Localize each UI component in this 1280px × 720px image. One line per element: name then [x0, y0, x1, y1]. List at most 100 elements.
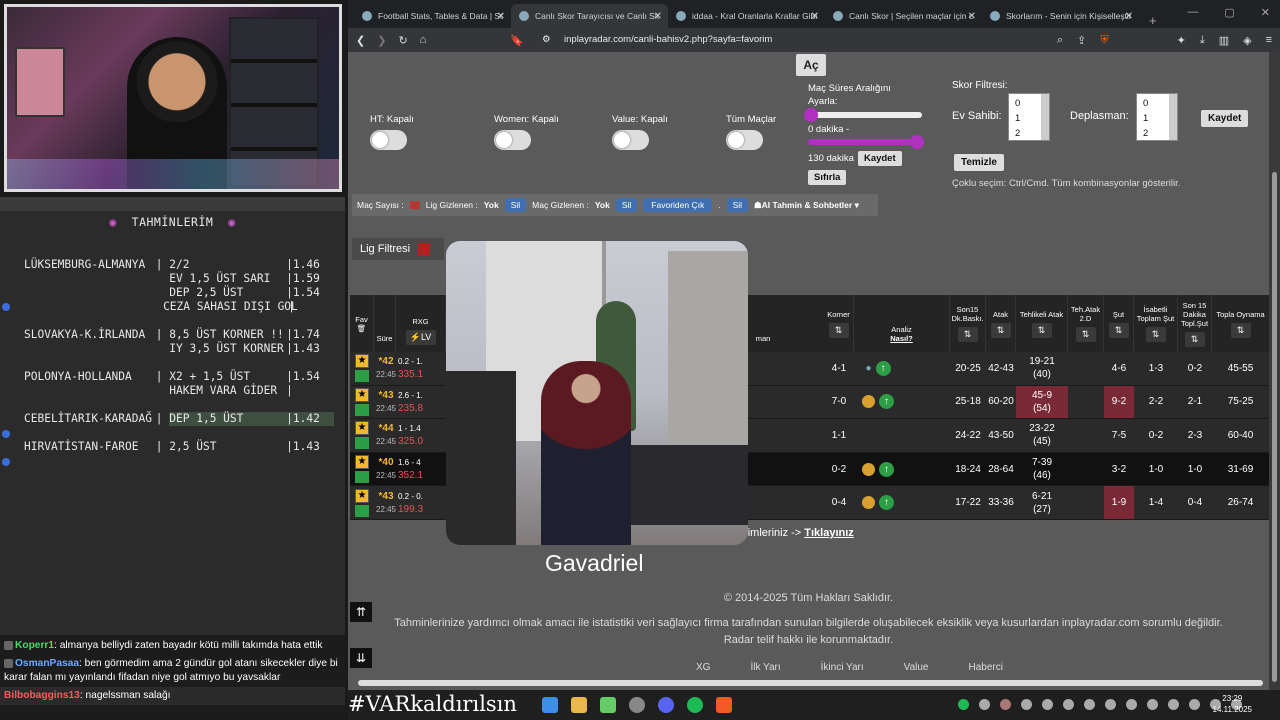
site-info-icon[interactable]: ⚙: [542, 30, 551, 50]
col-isabetli[interactable]: İsabetli Toplam Şut ⇅: [1134, 295, 1178, 352]
women-toggle[interactable]: Women: Kapalı: [494, 114, 568, 150]
check-icon[interactable]: [355, 403, 369, 416]
share-icon[interactable]: ⇪: [1077, 34, 1086, 47]
tray-icon[interactable]: [1063, 699, 1074, 710]
tab-close-icon[interactable]: ✕: [968, 11, 976, 22]
back-icon[interactable]: ❮: [356, 34, 365, 47]
check-icon[interactable]: [355, 471, 369, 484]
horizontal-scrollbar[interactable]: [358, 680, 1263, 686]
clear-league-hidden-button[interactable]: Sil: [504, 198, 527, 212]
obs-icon[interactable]: [629, 697, 645, 713]
sort-icon[interactable]: ⇅: [1145, 327, 1166, 342]
max-duration-slider[interactable]: [808, 135, 924, 149]
col-tehatak[interactable]: Teh.Atak 2.D ⇅: [1068, 295, 1104, 352]
zoom-icon[interactable]: ⌕: [1057, 34, 1063, 47]
menu-icon[interactable]: ≡: [1266, 34, 1272, 47]
arrow-up-icon[interactable]: ↑: [879, 461, 894, 477]
footer-nav-item[interactable]: Value: [904, 662, 929, 673]
star-icon[interactable]: ★: [355, 387, 369, 402]
browser-tab[interactable]: Skorlarım - Senin için Kişiselleştirilm ✕: [982, 4, 1139, 28]
spotify-tray-icon[interactable]: [958, 699, 969, 710]
duration-reset-button[interactable]: Sıfırla: [808, 170, 847, 185]
away-score-select[interactable]: 0 1 2: [1136, 93, 1178, 141]
toggle-switch[interactable]: [494, 130, 531, 150]
start-icon[interactable]: [542, 697, 558, 713]
scroll-bottom-button[interactable]: ⇊: [350, 648, 372, 668]
check-icon[interactable]: [355, 504, 369, 517]
browser-tab[interactable]: Canlı Skor Tarayıcısı ve Canlı Sk ✕: [511, 4, 668, 28]
home-icon[interactable]: ⌂: [420, 34, 427, 46]
forward-icon[interactable]: ❯: [377, 34, 386, 47]
arrow-up-icon[interactable]: ↑: [879, 394, 894, 410]
sort-icon[interactable]: ⇅: [1230, 322, 1251, 338]
toggle-switch[interactable]: [726, 130, 763, 150]
chat-username[interactable]: Koperr1: [15, 640, 54, 651]
slider-knob[interactable]: [910, 135, 924, 149]
col-rxg[interactable]: RXG ⚡LV: [396, 295, 446, 352]
bookmark-icon[interactable]: 🔖: [510, 34, 524, 47]
wifi-icon[interactable]: [1189, 699, 1200, 710]
score-save-button[interactable]: Kaydet: [1201, 110, 1249, 127]
check-icon[interactable]: [355, 370, 369, 383]
duration-save-button[interactable]: Kaydet: [857, 151, 902, 166]
home-score-select[interactable]: 0 1 2: [1008, 93, 1050, 141]
brave-shield-icon[interactable]: ⛨: [1100, 34, 1108, 47]
tab-close-icon[interactable]: ✕: [654, 11, 662, 22]
browser-tab[interactable]: iddaa - Kral Oranlarla Krallar Gibi K ✕: [668, 4, 825, 28]
trash-icon[interactable]: 🗑: [357, 324, 367, 333]
brave-icon[interactable]: [716, 697, 732, 713]
spotify-icon[interactable]: [687, 697, 703, 713]
toggle-switch[interactable]: [612, 130, 649, 150]
arrow-up-icon[interactable]: ↑: [879, 495, 894, 511]
clear-match-hidden-button[interactable]: Sil: [615, 198, 638, 212]
star-icon[interactable]: ★: [355, 455, 369, 470]
tab-close-icon[interactable]: ✕: [497, 11, 505, 22]
tray-icon[interactable]: [979, 699, 990, 710]
col-son15[interactable]: Son15 Dk.Baskı. ⇅: [950, 295, 986, 352]
all-matches-toggle[interactable]: Tüm Maçlar: [726, 114, 806, 150]
check-icon[interactable]: [355, 437, 369, 450]
arrow-up-icon[interactable]: ↑: [875, 360, 891, 376]
toggle-switch[interactable]: [370, 130, 407, 150]
file-explorer-icon[interactable]: [571, 697, 587, 713]
steam-icon[interactable]: [1042, 699, 1053, 710]
sort-icon[interactable]: ⇅: [1184, 331, 1205, 347]
tray-icon[interactable]: [1147, 699, 1158, 710]
tray-icon[interactable]: [1126, 699, 1137, 710]
sort-icon[interactable]: ⇅: [1108, 322, 1129, 338]
slider-knob[interactable]: [804, 108, 818, 122]
sort-icon[interactable]: ⇅: [990, 322, 1011, 338]
score-clear-button[interactable]: Temizle: [954, 154, 1004, 171]
clock[interactable]: 23:29 14.11.2025: [1213, 693, 1252, 715]
footer-nav-item[interactable]: Haberci: [968, 662, 1002, 673]
maximize-icon[interactable]: ▢: [1224, 6, 1234, 19]
listbox-scrollbar[interactable]: [1041, 94, 1049, 140]
sort-icon[interactable]: ⇅: [1075, 327, 1096, 342]
close-window-icon[interactable]: ✕: [1261, 6, 1270, 19]
star-icon[interactable]: ★: [355, 354, 369, 369]
download-icon[interactable]: ⤓: [1200, 34, 1205, 47]
listbox-scrollbar[interactable]: [1169, 94, 1177, 140]
tray-icon[interactable]: [1105, 699, 1116, 710]
col-atak[interactable]: Atak ⇅: [986, 295, 1016, 352]
scroll-thumb[interactable]: [1272, 172, 1277, 682]
favorites-link[interactable]: Tıklayınız: [804, 527, 854, 539]
minimize-icon[interactable]: —: [1187, 6, 1198, 19]
sort-icon[interactable]: ⇅: [957, 327, 978, 342]
col-tehlikeli[interactable]: Tehlikeli Atak ⇅: [1016, 295, 1068, 352]
how-link[interactable]: Nasıl?: [890, 334, 913, 343]
footer-nav-item[interactable]: XG: [696, 662, 710, 673]
tab-close-icon[interactable]: ✕: [811, 11, 819, 22]
fav-cell[interactable]: ★: [350, 486, 374, 519]
discord-icon[interactable]: [658, 697, 674, 713]
star-icon[interactable]: ★: [355, 488, 369, 503]
sort-icon[interactable]: ⇅: [828, 322, 849, 338]
chat-username[interactable]: Bilbobaggins13: [4, 690, 80, 701]
url-field[interactable]: ⚙ inplayradar.com/canli-bahisv2.php?sayf…: [536, 30, 1045, 50]
footer-nav-item[interactable]: İkinci Yarı: [821, 662, 864, 673]
notepad-icon[interactable]: [600, 697, 616, 713]
tray-icon[interactable]: [1000, 699, 1011, 710]
browser-tab[interactable]: Football Stats, Tables & Data | Socc ✕: [354, 4, 511, 28]
reload-icon[interactable]: ↻: [398, 34, 407, 47]
vertical-scrollbar[interactable]: [1269, 52, 1280, 692]
